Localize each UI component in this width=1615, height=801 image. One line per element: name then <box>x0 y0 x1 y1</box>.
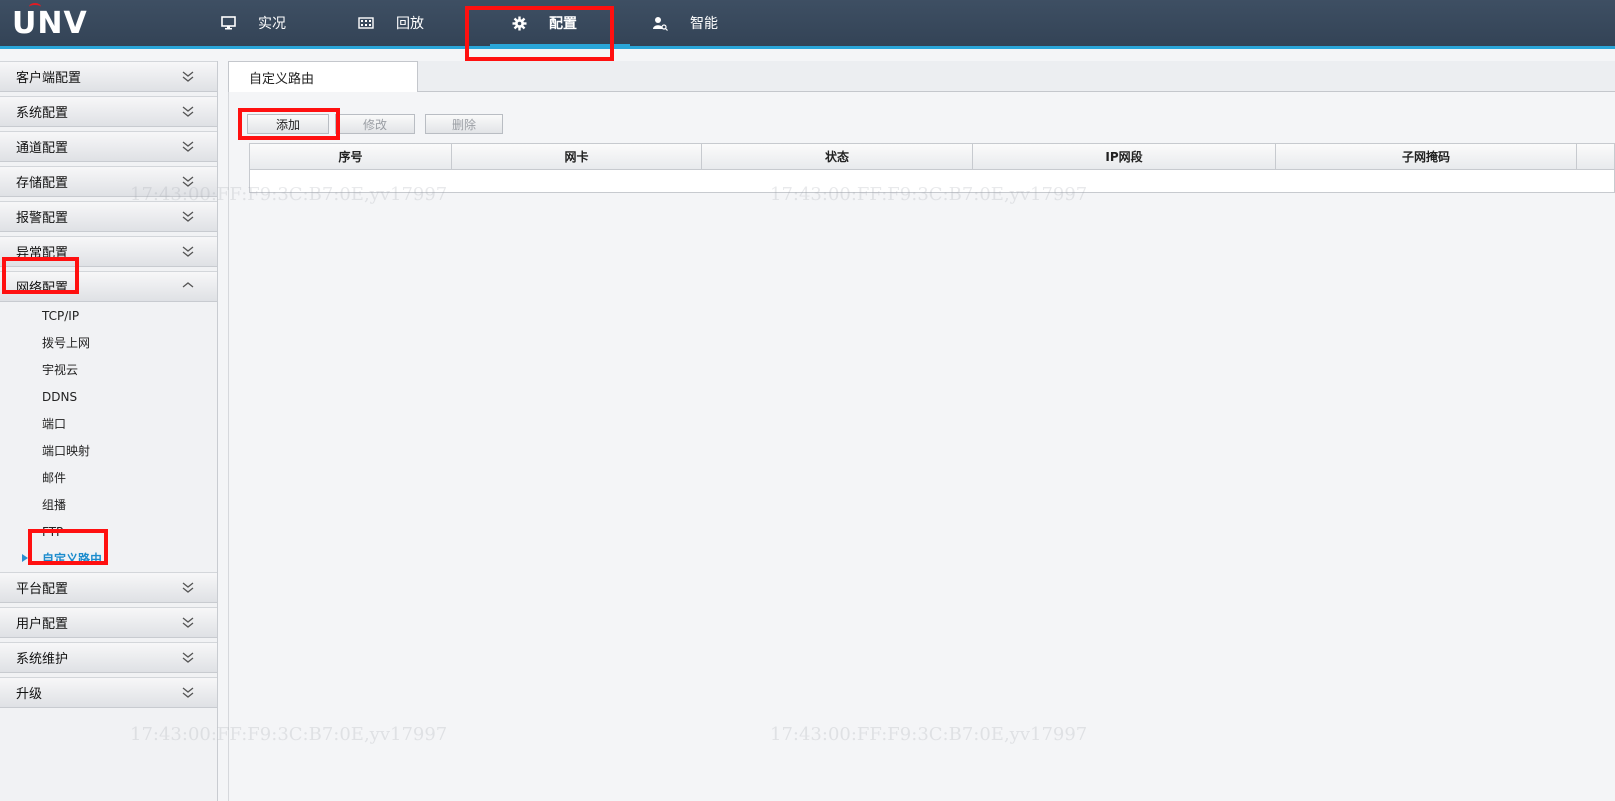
col-nic: 网卡 <box>452 144 702 169</box>
sidebar-section-channel[interactable]: 通道配置 <box>0 131 217 162</box>
sidebar-item-port-mapping[interactable]: 端口映射 <box>0 437 217 464</box>
sidebar-section-client[interactable]: 客户端配置 <box>0 61 217 92</box>
chevron-down-icon <box>182 652 194 663</box>
top-accent-line <box>0 46 1615 49</box>
chevron-down-icon <box>182 246 194 257</box>
sidebar-section-platform[interactable]: 平台配置 <box>0 572 217 603</box>
col-subnet-mask: 子网掩码 <box>1276 144 1577 169</box>
col-ip-segment: IP网段 <box>973 144 1276 169</box>
chevron-down-icon <box>182 617 194 628</box>
sidebar-item-tcpip[interactable]: TCP/IP <box>0 302 217 329</box>
sidebar-item-multicast[interactable]: 组播 <box>0 491 217 518</box>
sidebar-item-ddns[interactable]: DDNS <box>0 383 217 410</box>
tab-custom-route[interactable]: 自定义路由 <box>228 61 418 92</box>
active-arrow-icon <box>22 554 28 562</box>
sidebar-section-system[interactable]: 系统配置 <box>0 96 217 127</box>
col-index: 序号 <box>250 144 452 169</box>
route-table: 序号 网卡 状态 IP网段 子网掩码 <box>249 143 1615 193</box>
col-status: 状态 <box>702 144 973 169</box>
nav-smart[interactable]: 智能 <box>652 0 718 46</box>
nav-config[interactable]: 配置 <box>511 0 577 46</box>
nav-playback-label: 回放 <box>396 16 424 32</box>
nav-smart-label: 智能 <box>690 16 718 32</box>
sidebar-section-user[interactable]: 用户配置 <box>0 607 217 638</box>
chevron-down-icon <box>182 141 194 152</box>
sidebar-section-alarm[interactable]: 报警配置 <box>0 201 217 232</box>
sidebar-item-port[interactable]: 端口 <box>0 410 217 437</box>
nav-live[interactable]: 实况 <box>220 0 286 46</box>
chevron-down-icon <box>182 106 194 117</box>
sidebar-item-dialup[interactable]: 拨号上网 <box>0 329 217 356</box>
sidebar-section-network[interactable]: 网络配置 <box>0 271 217 302</box>
sidebar-section-upgrade[interactable]: 升级 <box>0 677 217 708</box>
nav-playback[interactable]: 回放 <box>358 0 424 46</box>
sidebar-section-storage[interactable]: 存储配置 <box>0 166 217 197</box>
sidebar-section-exception[interactable]: 异常配置 <box>0 236 217 267</box>
delete-button[interactable]: 删除 <box>425 114 503 134</box>
top-bar: UNV 实况 回放 配置 智能 <box>0 0 1615 47</box>
gear-icon <box>511 15 527 31</box>
chevron-down-icon <box>182 687 194 698</box>
sidebar-section-maintenance[interactable]: 系统维护 <box>0 642 217 673</box>
person-search-icon <box>652 15 668 31</box>
sidebar-item-ftp[interactable]: FTP <box>0 518 217 545</box>
sidebar-item-cloud[interactable]: 宇视云 <box>0 356 217 383</box>
chevron-up-icon <box>182 282 194 288</box>
add-button[interactable]: 添加 <box>247 114 329 134</box>
chevron-down-icon <box>182 176 194 187</box>
sidebar: 客户端配置 系统配置 通道配置 存储配置 报警配置 异常配置 网络配置 TCP/… <box>0 61 218 801</box>
content-area <box>228 92 1615 801</box>
chevron-down-icon <box>182 582 194 593</box>
table-header: 序号 网卡 状态 IP网段 子网掩码 <box>250 144 1614 170</box>
tab-bar: 自定义路由 <box>228 61 1615 92</box>
film-icon <box>358 15 374 31</box>
nav-config-label: 配置 <box>549 16 577 32</box>
chevron-down-icon <box>182 211 194 222</box>
sidebar-item-email[interactable]: 邮件 <box>0 464 217 491</box>
nav-live-label: 实况 <box>258 16 286 32</box>
chevron-down-icon <box>182 71 194 82</box>
monitor-icon <box>220 15 236 31</box>
edit-button[interactable]: 修改 <box>335 114 415 134</box>
sidebar-item-custom-route[interactable]: 自定义路由 <box>0 545 217 572</box>
unv-logo: UNV <box>12 3 88 41</box>
